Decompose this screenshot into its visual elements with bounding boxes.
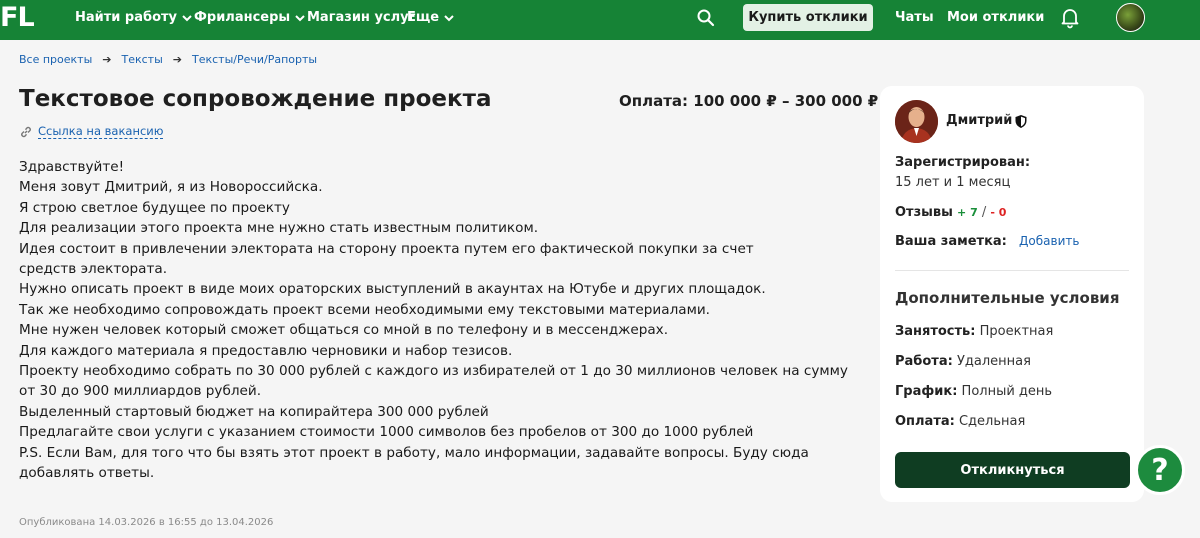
description-line: Предлагайте свои услуги с указанием стои… bbox=[19, 424, 754, 441]
condition-value: Сдельная bbox=[958, 414, 1026, 429]
breadcrumb-speeches[interactable]: Тексты/Речи/Рапорты bbox=[192, 53, 317, 66]
note-row: Ваша заметка: Добавить bbox=[895, 234, 1079, 249]
breadcrumb-texts[interactable]: Тексты bbox=[122, 53, 163, 66]
add-note-link[interactable]: Добавить bbox=[1019, 234, 1079, 248]
description-line: Для реализации этого проекта мне нужно с… bbox=[19, 220, 539, 237]
registered-label: Зарегистрирован: bbox=[895, 155, 1031, 170]
breadcrumb: Все проекты ➔ Тексты ➔ Тексты/Речи/Рапор… bbox=[19, 53, 317, 66]
arrow-right-icon: ➔ bbox=[102, 53, 112, 66]
vacancy-link[interactable]: Ссылка на вакансию bbox=[19, 124, 164, 139]
top-header: FL Найти работу Фрилансеры Магазин услуг… bbox=[0, 0, 1200, 40]
respond-button[interactable]: Откликнуться bbox=[895, 452, 1130, 488]
search-icon[interactable] bbox=[696, 8, 716, 28]
condition-label: График: bbox=[895, 384, 958, 399]
nav-find-work-label: Найти работу bbox=[75, 10, 178, 25]
description-line: Я строю светлое будущее по проекту bbox=[19, 199, 290, 216]
condition-payment: Оплата: Сдельная bbox=[895, 414, 1025, 429]
conditions-heading: Дополнительные условия bbox=[895, 289, 1120, 307]
employer-name[interactable]: Дмитрий bbox=[946, 113, 1012, 128]
employer-avatar[interactable] bbox=[895, 100, 938, 143]
nav-more[interactable]: Еще bbox=[407, 10, 455, 25]
chevron-down-icon bbox=[295, 14, 305, 21]
published-date: Опубликована 14.03.2026 в 16:55 до 13.04… bbox=[19, 517, 274, 528]
buy-responses-button[interactable]: Купить отклики bbox=[743, 4, 873, 31]
description-line: Идея состоит в привлечении электората на… bbox=[19, 240, 759, 278]
vacancy-link-label: Ссылка на вакансию bbox=[38, 124, 164, 139]
nav-my-responses[interactable]: Мои отклики bbox=[947, 10, 1044, 25]
help-button[interactable]: ? bbox=[1135, 445, 1185, 495]
reviews-positive[interactable]: + 7 bbox=[957, 206, 978, 219]
description-line: Нужно описать проект в виде моих ораторс… bbox=[19, 281, 766, 298]
description-line: Выделенный стартовый бюджет на копирайте… bbox=[19, 403, 489, 420]
link-icon bbox=[21, 126, 31, 137]
shield-icon bbox=[1015, 115, 1027, 128]
description-line: Для каждого материала я предоставлю черн… bbox=[19, 342, 513, 359]
nav-find-work[interactable]: Найти работу bbox=[75, 10, 193, 25]
reviews: Отзывы + 7 / - 0 bbox=[895, 205, 1006, 220]
description-line: Проекту необходимо собрать по 30 000 руб… bbox=[19, 363, 853, 400]
note-label: Ваша заметка: bbox=[895, 234, 1007, 249]
description-line: Здравствуйте! bbox=[19, 159, 125, 175]
description-line: P.S. Если Вам, для того что бы взять это… bbox=[19, 444, 814, 482]
project-description: Здравствуйте! Меня зовут Дмитрий, я из Н… bbox=[19, 157, 854, 484]
registered-value: 15 лет и 1 месяц bbox=[895, 175, 1011, 190]
reviews-negative[interactable]: - 0 bbox=[990, 206, 1006, 219]
nav-freelancers[interactable]: Фрилансеры bbox=[194, 10, 306, 25]
project-price: Оплата: 100 000 ₽ – 300 000 ₽ bbox=[619, 92, 879, 110]
nav-services-store[interactable]: Магазин услуг bbox=[307, 10, 415, 25]
condition-value: Полный день bbox=[961, 384, 1053, 399]
condition-value: Удаленная bbox=[956, 354, 1031, 369]
reviews-separator: / bbox=[981, 205, 987, 220]
condition-label: Работа: bbox=[895, 354, 953, 369]
bell-icon[interactable] bbox=[1058, 5, 1082, 29]
nav-my-responses-label: Мои отклики bbox=[947, 10, 1045, 25]
employer-photo bbox=[895, 100, 938, 143]
condition-value: Проектная bbox=[979, 324, 1054, 339]
chevron-down-icon bbox=[182, 14, 192, 21]
breadcrumb-all-projects[interactable]: Все проекты bbox=[19, 53, 92, 66]
condition-employment: Занятость: Проектная bbox=[895, 324, 1053, 339]
description-line: Мне нужен человек который сможет общатьс… bbox=[19, 322, 669, 339]
description-line: Меня зовут Дмитрий, я из Новороссийска. bbox=[19, 179, 323, 196]
nav-chats[interactable]: Чаты bbox=[895, 10, 934, 25]
condition-schedule: График: Полный день bbox=[895, 384, 1052, 399]
employer-card: Дмитрий Зарегистрирован: 15 лет и 1 меся… bbox=[880, 86, 1144, 502]
reviews-label: Отзывы bbox=[895, 205, 953, 220]
nav-chats-label: Чаты bbox=[895, 10, 934, 25]
nav-freelancers-label: Фрилансеры bbox=[194, 10, 291, 25]
condition-label: Оплата: bbox=[895, 414, 955, 429]
nav-more-label: Еще bbox=[407, 10, 440, 25]
nav-services-store-label: Магазин услуг bbox=[307, 10, 416, 25]
fl-logo[interactable]: FL bbox=[0, 2, 35, 33]
condition-work: Работа: Удаленная bbox=[895, 354, 1031, 369]
description-line: Так же необходимо сопровождать проект вс… bbox=[19, 301, 710, 318]
divider bbox=[895, 270, 1129, 271]
user-avatar[interactable] bbox=[1116, 3, 1145, 32]
chevron-down-icon bbox=[444, 14, 454, 21]
condition-label: Занятость: bbox=[895, 324, 976, 339]
arrow-right-icon: ➔ bbox=[172, 53, 182, 66]
page-title: Текстовое сопровождение проекта bbox=[19, 86, 492, 112]
